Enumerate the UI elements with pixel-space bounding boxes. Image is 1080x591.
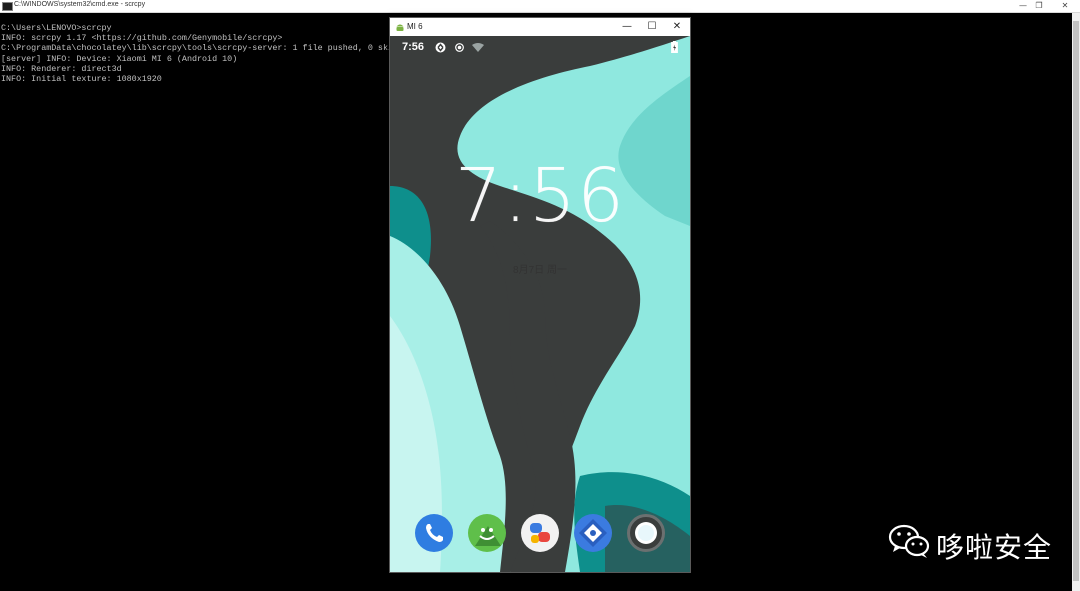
phone-app[interactable]: [415, 514, 453, 552]
messages-app[interactable]: [468, 514, 506, 552]
cmd-window-title: C:\WINDOWS\system32\cmd.exe - scrcpy: [14, 1, 146, 8]
scrcpy-titlebar[interactable]: MI 6 — ☐ ✕: [390, 18, 690, 36]
console-line: INFO: scrcpy 1.17 <https://github.com/Ge…: [1, 33, 283, 44]
android-icon: [396, 24, 404, 31]
watermark: 哆啦安全: [888, 524, 1051, 564]
phone-icon: [426, 524, 443, 542]
console-line: C:\Users\LENOVO>scrcpy: [1, 23, 112, 33]
console-line: C:\ProgramData\chocolatey\lib\scrcpy\too…: [1, 43, 419, 54]
contacts-app[interactable]: [521, 514, 559, 552]
cmd-scrollbar[interactable]: [1072, 13, 1080, 591]
cmd-close-button[interactable]: ✕: [1054, 0, 1076, 12]
cmd-app-icon: [2, 2, 13, 11]
phone-screen[interactable]: 7:56 7:56 8月7日 周一: [390, 36, 690, 572]
scrcpy-minimize-button[interactable]: —: [616, 20, 638, 34]
status-bar: 7:56: [390, 36, 690, 58]
watermark-text: 哆啦安全: [936, 531, 1053, 564]
messages-icon: [475, 526, 501, 546]
wallpaper: [390, 36, 690, 572]
console-line: [server] INFO: Device: Xiaomi MI 6 (Andr…: [1, 53, 238, 64]
lock-screen-clock: 7:56: [454, 153, 626, 239]
browser-icon: [579, 519, 607, 547]
cmd-scroll-thumb[interactable]: [1073, 21, 1079, 581]
battery-icon: [671, 41, 678, 53]
camera-app[interactable]: [627, 514, 665, 552]
console-line: INFO: Initial texture: 1080x1920: [1, 74, 162, 85]
scrcpy-window-title: MI 6: [407, 22, 423, 31]
console-line: INFO: Renderer: direct3d: [1, 63, 122, 74]
lock-screen-date: 8月7日 周一: [513, 265, 567, 276]
cmd-restore-button[interactable]: ❐: [1028, 0, 1050, 12]
scrcpy-maximize-button[interactable]: ☐: [641, 20, 663, 34]
sync-icon: [435, 42, 446, 53]
cmd-titlebar: C:\WINDOWS\system32\cmd.exe - scrcpy — ❐…: [0, 0, 1080, 13]
scrcpy-close-button[interactable]: ✕: [666, 20, 688, 34]
wifi-icon: [472, 43, 484, 52]
contacts-icon: [530, 523, 550, 543]
browser-app[interactable]: [574, 514, 612, 552]
status-time: 7:56: [402, 41, 425, 53]
camera-icon: [635, 522, 657, 544]
console-output: C:\Users\LENOVO>scrcpy INFO: scrcpy 1.17…: [1, 23, 418, 84]
record-icon: [455, 43, 464, 52]
wechat-icon: [888, 524, 930, 558]
scrcpy-window[interactable]: MI 6 — ☐ ✕ 7:56 7:56 8月7日 周一: [389, 17, 691, 573]
